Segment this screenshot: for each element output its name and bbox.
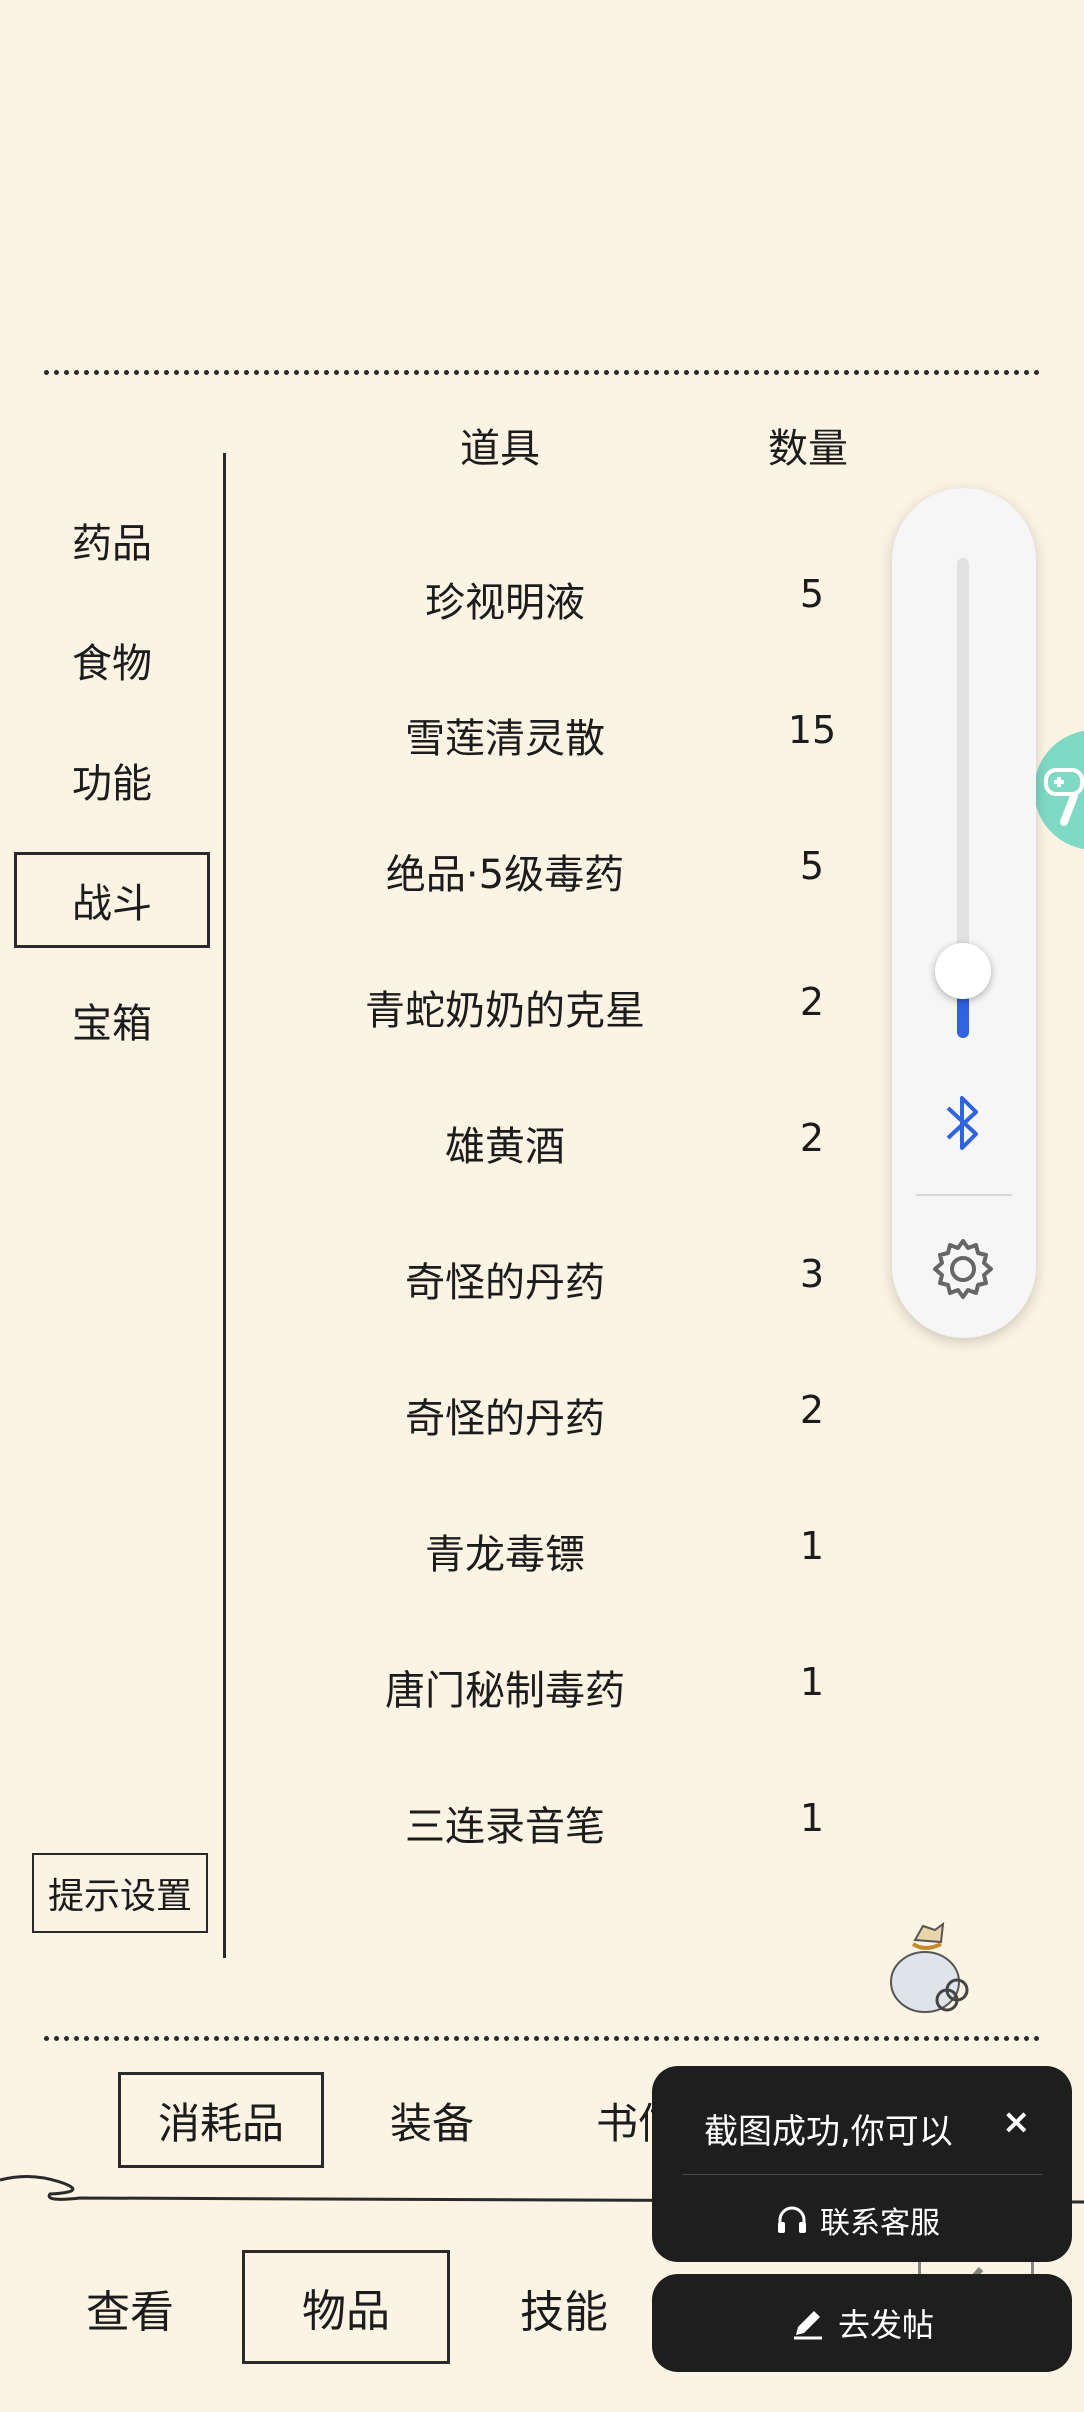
pouch-icon[interactable] (885, 1918, 971, 2018)
item-qty: 3 (799, 1252, 825, 1296)
item-name: 雪莲清灵散 (405, 716, 605, 762)
toast-close-button[interactable]: × (1002, 2102, 1031, 2142)
tab-skills[interactable]: 技能 (504, 2258, 624, 2358)
item-name: 三连录音笔 (405, 1804, 605, 1850)
item-qty: 2 (799, 980, 825, 1024)
pencil-icon (793, 2311, 822, 2340)
top-divider (44, 370, 1040, 375)
item-column-header: 道具 (460, 426, 540, 472)
bottom-divider (44, 2036, 1040, 2041)
hint-settings-button[interactable]: 提示设置 (32, 1853, 208, 1933)
contact-support-label: 联系客服 (820, 2206, 940, 2241)
headset-icon (778, 2206, 806, 2233)
toast-message: 截图成功,你可以 (704, 2112, 953, 2152)
item-qty: 15 (787, 708, 837, 752)
tab-equipment[interactable]: 装备 (370, 2072, 494, 2168)
item-qty: 5 (799, 844, 825, 888)
gamepad-icon (1044, 768, 1084, 826)
go-post-label: 去发帖 (837, 2306, 934, 2344)
screenshot-toast: 截图成功,你可以 × 联系客服 (652, 2066, 1072, 2262)
item-name: 绝品·5级毒药 (385, 852, 625, 898)
category-food[interactable]: 食物 (14, 612, 210, 708)
category-chest[interactable]: 宝箱 (14, 972, 210, 1068)
item-name: 青蛇奶奶的克星 (365, 988, 645, 1034)
qty-column-header: 数量 (768, 426, 848, 472)
item-qty: 1 (799, 1796, 825, 1840)
item-qty: 1 (799, 1660, 825, 1704)
item-name: 青龙毒镖 (425, 1532, 585, 1578)
sidebar-divider (223, 453, 226, 1958)
tab-consumables[interactable]: 消耗品 (118, 2072, 324, 2168)
category-battle[interactable]: 战斗 (14, 852, 210, 948)
go-post-button[interactable]: 去发帖 (652, 2274, 1072, 2372)
volume-panel-divider (916, 1194, 1012, 1196)
item-qty: 1 (799, 1524, 825, 1568)
item-qty: 2 (799, 1388, 825, 1432)
item-name: 奇怪的丹药 (405, 1396, 605, 1442)
gear-icon[interactable] (930, 1236, 996, 1302)
category-medicine[interactable]: 药品 (14, 492, 210, 588)
category-function[interactable]: 功能 (14, 732, 210, 828)
item-name: 唐门秘制毒药 (385, 1668, 625, 1714)
toast-divider (682, 2174, 1042, 2175)
bluetooth-icon[interactable] (938, 1090, 988, 1156)
item-name: 雄黄酒 (445, 1124, 565, 1170)
tab-items[interactable]: 物品 (242, 2250, 450, 2364)
item-name: 珍视明液 (425, 580, 585, 626)
contact-support-button[interactable]: 联系客服 (774, 2198, 940, 2242)
volume-slider-handle[interactable] (935, 943, 991, 999)
game-assistant-floater[interactable] (1034, 730, 1084, 850)
item-qty: 5 (799, 572, 825, 616)
item-qty: 2 (799, 1116, 825, 1160)
tab-view[interactable]: 查看 (70, 2258, 190, 2358)
item-name: 奇怪的丹药 (405, 1260, 605, 1306)
